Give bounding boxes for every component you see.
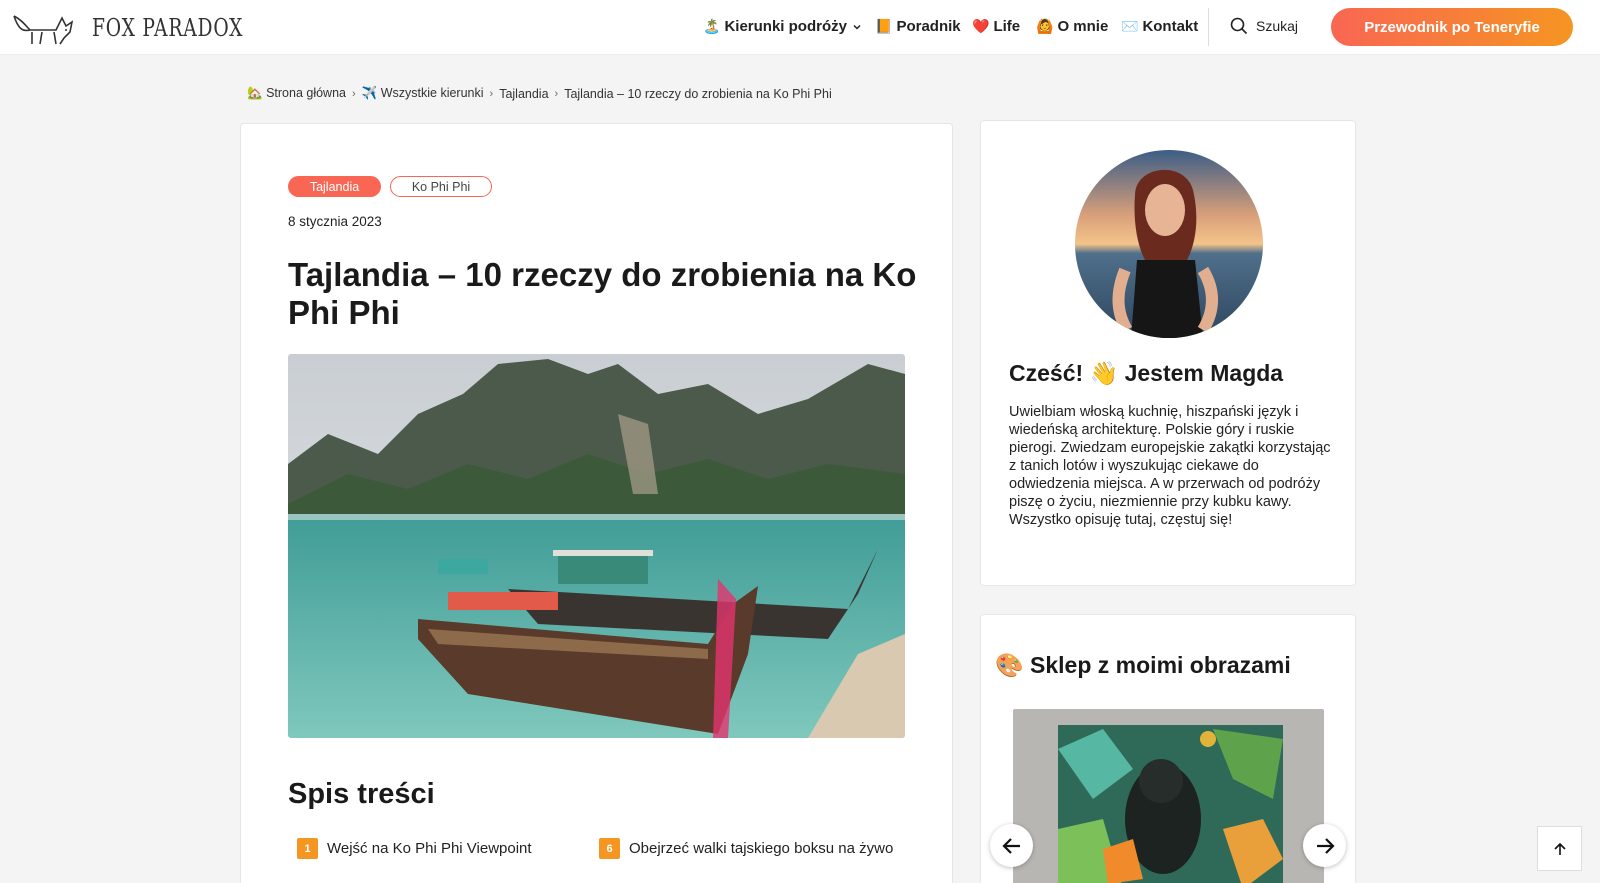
waving-hand-icon: 👋 <box>1089 360 1119 386</box>
breadcrumb-label: Wszystkie kierunki <box>380 86 484 100</box>
nav-item-contact[interactable]: ✉️ Kontakt <box>1121 18 1198 35</box>
arrow-left-icon <box>1001 837 1020 854</box>
toc-label: Wejść na Ko Phi Phi Viewpoint <box>327 840 532 857</box>
breadcrumb: 🏡 Strona główna › ✈️ Wszystkie kierunki … <box>247 86 832 101</box>
search-icon <box>1230 17 1248 35</box>
about-title: Cześć! 👋 Jestem Magda <box>1009 360 1283 387</box>
fox-icon <box>13 15 74 45</box>
shop-title-text: Sklep z moimi obrazami <box>1030 652 1291 678</box>
about-title-text: Jestem Magda <box>1118 360 1284 386</box>
post-date: 8 stycznia 2023 <box>288 214 382 229</box>
about-title-text: Cześć! <box>1009 360 1090 386</box>
site-logo[interactable]: FOX PARADOX <box>12 8 286 48</box>
breadcrumb-thailand[interactable]: Tajlandia <box>499 87 548 101</box>
tag-thailand[interactable]: Tajlandia <box>288 176 381 197</box>
breadcrumb-all-destinations[interactable]: ✈️ Wszystkie kierunki <box>362 86 484 101</box>
palette-icon: 🎨 <box>995 652 1024 678</box>
logo-text: FOX PARADOX <box>92 14 244 42</box>
breadcrumb-label: Strona główna <box>266 86 346 100</box>
post-title: Tajlandia – 10 rzeczy do zrobienia na Ko… <box>288 256 917 331</box>
shop-title: 🎨 Sklep z moimi obrazami <box>995 652 1291 679</box>
search-label: Szukaj <box>1256 18 1299 34</box>
toc-number: 6 <box>599 838 620 859</box>
heart-icon: ❤️ <box>972 18 990 34</box>
search-button[interactable]: Szukaj <box>1230 17 1298 35</box>
carousel-prev-button[interactable] <box>990 824 1033 867</box>
toc-label: Obejrzeć walki tajskiego boksu na żywo <box>629 840 894 857</box>
tenerife-guide-button[interactable]: Przewodnik po Teneryfie <box>1331 8 1573 46</box>
carousel-next-button[interactable] <box>1303 824 1346 867</box>
breadcrumb-current: Tajlandia – 10 rzeczy do zrobienia na Ko… <box>564 86 832 101</box>
hero-image <box>288 354 905 738</box>
chevron-down-icon <box>853 24 861 30</box>
person-icon: 🙆 <box>1036 18 1054 34</box>
breadcrumb-home[interactable]: 🏡 Strona główna <box>247 86 346 101</box>
book-icon: 📙 <box>875 18 893 34</box>
house-icon: 🏡 <box>247 86 263 100</box>
breadcrumb-separator: › <box>554 87 559 100</box>
arrow-right-icon <box>1316 837 1335 854</box>
envelope-icon: ✉️ <box>1121 18 1139 34</box>
nav-item-label: Kierunki podróży <box>724 18 847 35</box>
site-header: FOX PARADOX 🏝️ Kierunki podróży 📙 Poradn… <box>0 0 1600 55</box>
painting-image[interactable] <box>1013 709 1324 883</box>
toc-item-1[interactable]: 1 Wejść na Ko Phi Phi Viewpoint <box>297 838 532 859</box>
nav-item-destinations[interactable]: 🏝️ Kierunki podróży <box>703 18 863 35</box>
about-text: Uwielbiam włoską kuchnię, hiszpański jęz… <box>1009 404 1331 528</box>
airplane-icon: ✈️ <box>361 86 378 100</box>
tag-ko-phi-phi[interactable]: Ko Phi Phi <box>390 176 492 197</box>
avatar <box>1075 150 1263 338</box>
breadcrumb-separator: › <box>351 87 356 100</box>
toc-number: 1 <box>297 838 318 859</box>
arrow-up-icon <box>1553 842 1566 855</box>
nav-divider <box>1208 8 1209 46</box>
toc-title: Spis treści <box>288 778 435 810</box>
nav-item-label: Poradnik <box>896 18 961 35</box>
nav-item-life[interactable]: ❤️ Life <box>972 18 1020 35</box>
nav-item-label: O mnie <box>1057 18 1109 35</box>
nav-item-guide[interactable]: 📙 Poradnik <box>875 18 961 35</box>
breadcrumb-separator: › <box>489 87 494 100</box>
nav-item-label: Kontakt <box>1142 18 1199 35</box>
nav-item-label: Life <box>993 18 1021 35</box>
back-to-top-button[interactable] <box>1537 826 1582 871</box>
nav-item-about[interactable]: 🙆 O mnie <box>1036 18 1108 35</box>
toc-item-6[interactable]: 6 Obejrzeć walki tajskiego boksu na żywo <box>599 838 893 859</box>
island-icon: 🏝️ <box>703 18 721 34</box>
